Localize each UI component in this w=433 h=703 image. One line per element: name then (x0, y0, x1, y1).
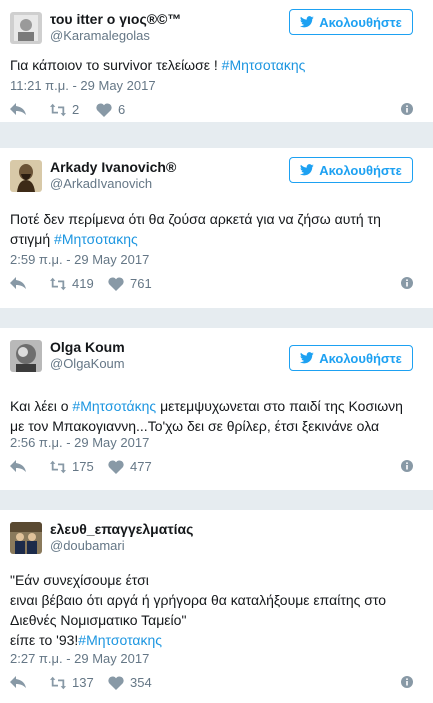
display-name[interactable]: Olga Koum (50, 339, 125, 356)
tweet-timestamp[interactable]: 2:59 π.μ. - 29 May 2017 (10, 251, 423, 269)
reply-button[interactable] (10, 102, 26, 116)
display-name[interactable]: του itter ο γιος®©™ (50, 11, 181, 28)
tweet-card: του itter ο γιος®©™ @Karamalegolas Ακολο… (0, 0, 433, 122)
avatar[interactable] (10, 12, 42, 44)
user-handle[interactable]: @OlgaKoum (50, 356, 125, 372)
tweet-actions: 2 6 (10, 95, 423, 129)
retweet-icon (50, 277, 66, 290)
tweet-actions: 137 354 (10, 668, 423, 702)
twitter-bird-icon (300, 164, 314, 176)
twitter-bird-icon (300, 352, 314, 364)
reply-icon (10, 277, 26, 289)
tweet-text-part: μετεμψυχωνεται στο παιδί της Κοσιωνη (156, 398, 403, 414)
follow-button[interactable]: Ακολουθήστε (289, 157, 413, 183)
tweet-header: Olga Koum @OlgaKoum Ακολουθήστε (10, 328, 423, 380)
hashtag-link[interactable]: #Μητσοτακης (78, 632, 162, 648)
like-count: 354 (130, 675, 152, 690)
retweet-button[interactable]: 419 (50, 276, 94, 291)
user-names: ελευθ_επαγγελματίας @doubamari (50, 521, 193, 554)
info-icon[interactable] (401, 277, 413, 289)
avatar[interactable] (10, 522, 42, 554)
tweet-text: Και λέει ο #Μητσοτάκης μετεμψυχωνεται στ… (10, 396, 423, 436)
user-handle[interactable]: @ArkadIvanovich (50, 176, 176, 192)
tweet-timestamp[interactable]: 11:21 π.μ. - 29 May 2017 (10, 77, 423, 95)
reply-button[interactable] (10, 459, 26, 473)
hashtag-link[interactable]: #Μητσοτακης (222, 57, 306, 73)
tweet-actions: 419 761 (10, 269, 423, 303)
hashtag-link[interactable]: #Μητσοτακης (54, 231, 138, 247)
like-count: 6 (118, 102, 126, 117)
like-button[interactable]: 477 (108, 459, 152, 474)
tweet-timestamp[interactable]: 2:27 π.μ. - 29 May 2017 (10, 650, 423, 668)
like-button[interactable]: 6 (96, 102, 125, 117)
retweet-count: 2 (72, 102, 80, 117)
follow-button[interactable]: Ακολουθήστε (289, 345, 413, 371)
avatar[interactable] (10, 160, 42, 192)
retweet-count: 137 (72, 675, 94, 690)
tweet-header: Arkady Ivanovich® @ArkadIvanovich Ακολου… (10, 148, 423, 200)
tweet-card: ελευθ_επαγγελματίας @doubamari "Εάν συνε… (0, 510, 433, 703)
tweet-text-line: Διεθνές Νομισματικο Ταμείο" (10, 612, 187, 628)
tweet-text: Ποτέ δεν περίμενα ότι θα ζούσα αρκετά γι… (10, 209, 423, 249)
tweet-text-line: "Εάν συνεχίσουμε έτσι (10, 572, 149, 588)
hashtag-link[interactable]: #Μητσοτάκης (72, 398, 156, 414)
tweet-header: ελευθ_επαγγελματίας @doubamari (10, 510, 423, 562)
tweet-text-part: είπε το '93! (10, 632, 79, 648)
user-handle[interactable]: @doubamari (50, 538, 193, 554)
follow-label: Ακολουθήστε (319, 350, 402, 366)
user-names: Olga Koum @OlgaKoum (50, 339, 125, 372)
retweet-icon (50, 676, 66, 689)
retweet-icon (50, 460, 66, 473)
heart-icon (108, 276, 124, 291)
tweet-text-line: στιγμή #Μητσοτακης (10, 229, 423, 249)
follow-label: Ακολουθήστε (319, 14, 402, 30)
tweet-text-line: Και λέει ο #Μητσοτάκης μετεμψυχωνεται στ… (10, 396, 423, 416)
tweet-feed: του itter ο γιος®©™ @Karamalegolas Ακολο… (0, 0, 433, 703)
reply-button[interactable] (10, 675, 26, 689)
tweet-text-part: Και λέει ο (10, 398, 73, 414)
tweet-header: του itter ο γιος®©™ @Karamalegolas Ακολο… (10, 0, 423, 52)
tweet-card: Arkady Ivanovich® @ArkadIvanovich Ακολου… (0, 148, 433, 308)
display-name[interactable]: Arkady Ivanovich® (50, 159, 176, 176)
retweet-icon (50, 103, 66, 116)
heart-icon (108, 675, 124, 690)
info-icon[interactable] (401, 103, 413, 115)
tweet-text-line: ειναι βέβαιο ότι αργά ή γρήγορα θα καταλ… (10, 592, 387, 608)
tweet-text-line: Ποτέ δεν περίμενα ότι θα ζούσα αρκετά γι… (10, 211, 381, 227)
tweet-card: Olga Koum @OlgaKoum Ακολουθήστε Και λέει… (0, 328, 433, 490)
retweet-button[interactable]: 175 (50, 459, 94, 474)
tweet-text-part: Για κάποιον το survivor τελείωσε ! (10, 57, 222, 73)
tweet-text: Για κάποιον το survivor τελείωσε ! #Μητσ… (10, 55, 423, 75)
tweet-text-line: με τον Μπακογιαννη...Το'χω δει σε θρίλερ… (10, 418, 380, 434)
like-button[interactable]: 761 (108, 276, 152, 291)
tweet-text-line: είπε το '93!#Μητσοτακης (10, 630, 423, 650)
tweet-text-part: στιγμή (10, 231, 55, 247)
info-icon[interactable] (401, 460, 413, 472)
user-names: Arkady Ivanovich® @ArkadIvanovich (50, 159, 176, 192)
info-icon[interactable] (401, 676, 413, 688)
tweet-timestamp[interactable]: 2:56 π.μ. - 29 May 2017 (10, 434, 423, 452)
retweet-count: 419 (72, 276, 94, 291)
tweet-text: "Εάν συνεχίσουμε έτσι ειναι βέβαιο ότι α… (10, 570, 423, 650)
user-names: του itter ο γιος®©™ @Karamalegolas (50, 11, 181, 44)
reply-icon (10, 460, 26, 472)
retweet-count: 175 (72, 459, 94, 474)
reply-icon (10, 676, 26, 688)
like-count: 477 (130, 459, 152, 474)
twitter-bird-icon (300, 16, 314, 28)
heart-icon (96, 102, 112, 117)
heart-icon (108, 459, 124, 474)
retweet-button[interactable]: 137 (50, 675, 94, 690)
user-handle[interactable]: @Karamalegolas (50, 28, 181, 44)
reply-icon (10, 103, 26, 115)
retweet-button[interactable]: 2 (50, 102, 79, 117)
avatar[interactable] (10, 340, 42, 372)
follow-label: Ακολουθήστε (319, 162, 402, 178)
tweet-actions: 175 477 (10, 452, 423, 486)
reply-button[interactable] (10, 276, 26, 290)
like-button[interactable]: 354 (108, 675, 152, 690)
follow-button[interactable]: Ακολουθήστε (289, 9, 413, 35)
display-name[interactable]: ελευθ_επαγγελματίας (50, 521, 193, 538)
like-count: 761 (130, 276, 152, 291)
